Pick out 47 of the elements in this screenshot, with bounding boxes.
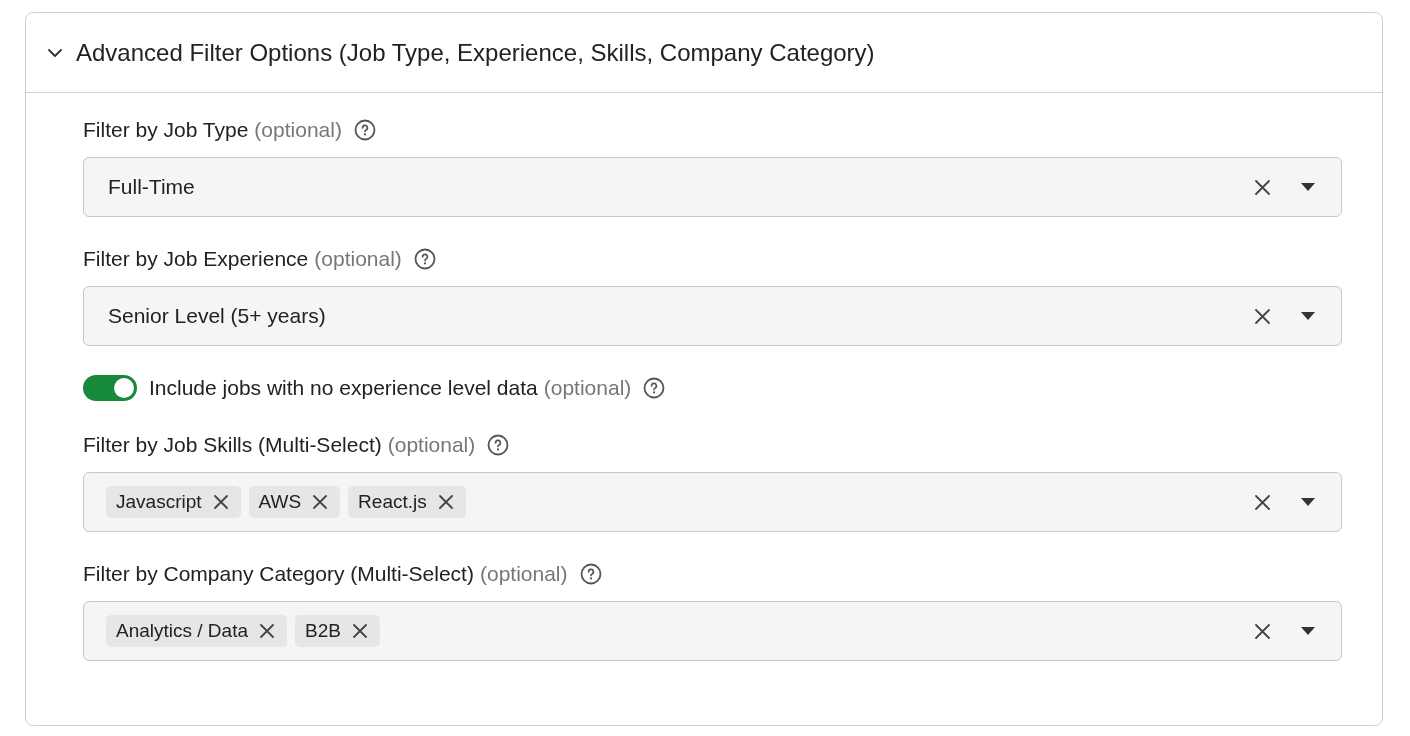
help-icon [353,119,376,141]
field-label: Filter by Company Category (Multi-Select) [83,562,474,586]
field-label: Filter by Job Type [83,118,249,142]
dropdown-caret-icon [1301,627,1315,635]
help-icon [487,434,510,456]
remove-icon [351,623,368,639]
multi-select-field[interactable]: Javascript AWS React.js [83,472,1342,532]
dropdown-caret-icon [1301,498,1315,506]
tag-label: AWS [258,491,302,513]
remove-icon [437,494,454,510]
clear-icon [1254,307,1271,325]
tag-chip[interactable]: AWS [248,486,341,518]
optional-hint: (optional) [314,247,402,271]
panel-header[interactable]: Advanced Filter Options (Job Type, Experience, Skills, Company Category) [26,13,1382,93]
help-icon [413,248,436,270]
tag-label: React.js [358,491,427,513]
clear-icon [1254,493,1271,511]
tag-label: Analytics / Data [116,620,248,642]
field-label: Include jobs with no experience level data [149,376,538,400]
tag-chip[interactable]: Javascript [106,486,241,518]
help-icon [579,563,602,585]
select-field[interactable]: Senior Level (5+ years) [83,286,1342,346]
field-label: Filter by Job Skills (Multi-Select) [83,433,382,457]
tag-label: Javascript [116,491,202,513]
clear-icon [1254,178,1271,196]
tag-chip[interactable]: B2B [295,615,380,647]
tag-label: B2B [305,620,341,642]
multi-select-field[interactable]: Analytics / Data B2B [83,601,1342,661]
tag-chip[interactable]: Analytics / Data [106,615,287,647]
select-field[interactable]: Full-Time [83,157,1342,217]
optional-hint: (optional) [479,562,568,586]
toggle-switch[interactable] [83,375,137,401]
field-label: Filter by Job Experience [83,247,309,271]
help-icon [643,377,666,399]
panel-title: Advanced Filter Options (Job Type, Experience, Skills, Company Category) [76,38,875,67]
optional-hint: (optional) [387,433,476,457]
selected-value: Senior Level (5+ years) [108,304,326,328]
tag-chip[interactable]: React.js [348,486,466,518]
remove-icon [312,494,329,510]
dropdown-caret-icon [1301,312,1315,320]
clear-icon [1254,622,1271,640]
dropdown-caret-icon [1301,183,1315,191]
remove-icon [212,494,229,510]
optional-hint: (optional) [254,118,342,142]
remove-icon [259,623,275,639]
optional-hint: (optional) [543,376,632,400]
selected-value: Full-Time [108,175,195,199]
